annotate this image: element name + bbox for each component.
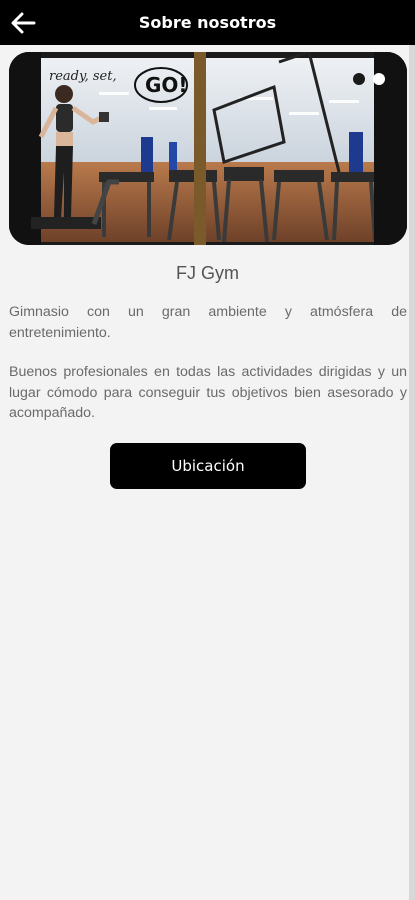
gym-image-carousel[interactable]: ready, set, GO! [9,52,407,245]
page-title: Sobre nosotros [138,13,277,32]
carousel-dot-active[interactable] [353,73,365,85]
back-button[interactable] [8,8,38,38]
location-button[interactable]: Ubicación [110,443,306,489]
gym-photo: ready, set, GO! [9,52,407,245]
carousel-dot[interactable] [373,73,385,85]
gym-name: FJ Gym [176,263,239,283]
description-paragraph-2: Buenos profesionales en todas las activi… [9,364,407,421]
description-paragraph-1: Gimnasio con un gran ambiente y atmósfer… [9,304,407,341]
carousel-indicator [353,73,385,85]
svg-text:ready, set,: ready, set, [49,69,117,84]
arrow-left-icon [11,12,36,34]
scrollbar[interactable] [409,45,415,900]
svg-text:GO!: GO! [145,73,188,97]
app-bar: Sobre nosotros [0,0,415,45]
